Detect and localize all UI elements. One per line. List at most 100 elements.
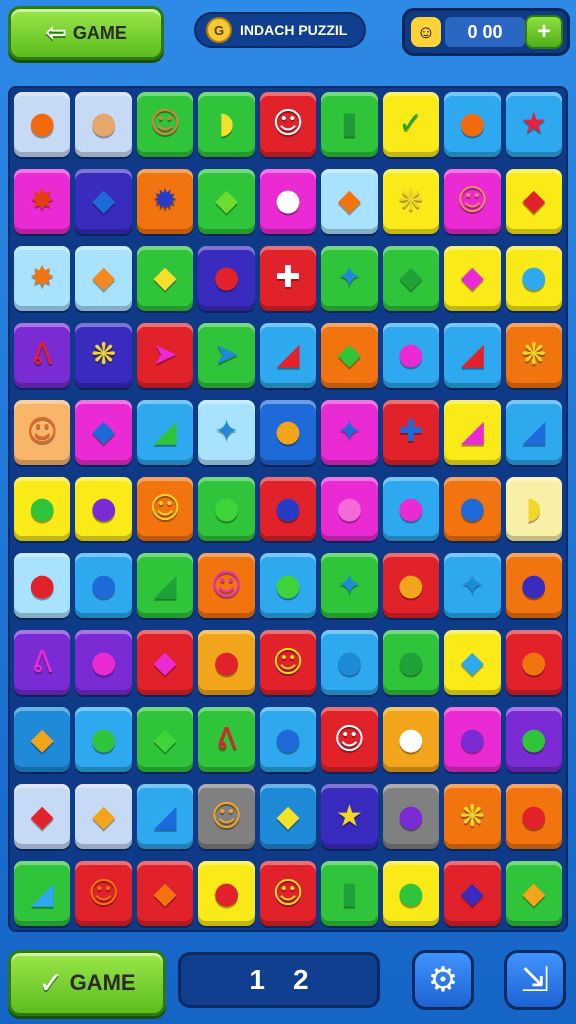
tile-8-1[interactable]: ᕕ: [14, 630, 71, 696]
tile-11-5[interactable]: ☺: [259, 861, 317, 926]
back-game-button[interactable]: ⇦ GAME: [8, 6, 164, 60]
tile-9-7[interactable]: ●: [382, 707, 440, 773]
tile-9-5[interactable]: ●: [259, 707, 317, 773]
tile-9-3[interactable]: ◆: [136, 707, 194, 773]
tile-9-1[interactable]: ◆: [14, 707, 71, 773]
tile-1-1[interactable]: ●: [14, 92, 71, 157]
tile-4-4[interactable]: ➤: [198, 322, 255, 388]
tile-2-9[interactable]: ◆: [505, 168, 562, 234]
tile-5-5[interactable]: ●: [259, 399, 317, 465]
tile-5-6[interactable]: ✦: [321, 399, 378, 465]
tile-1-8[interactable]: ●: [444, 92, 501, 157]
tile-10-4[interactable]: ☺: [198, 784, 255, 850]
tile-3-1[interactable]: ✸: [14, 245, 71, 311]
tile-10-2[interactable]: ◆: [75, 784, 132, 850]
exit-button[interactable]: ⇲: [504, 950, 566, 1010]
tile-6-1[interactable]: ●: [14, 476, 71, 542]
tile-3-6[interactable]: ✦: [321, 245, 378, 311]
tile-11-4[interactable]: ●: [198, 861, 255, 926]
tile-4-3[interactable]: ➤: [136, 322, 194, 388]
tile-11-6[interactable]: ▮: [321, 861, 378, 926]
tile-5-4[interactable]: ✦: [198, 399, 255, 465]
tile-1-4[interactable]: ◗: [198, 92, 255, 157]
tile-6-2[interactable]: ●: [75, 476, 132, 542]
tile-5-8[interactable]: ◢: [444, 399, 501, 465]
tile-3-9[interactable]: ●: [505, 245, 562, 311]
tile-5-2[interactable]: ◆: [75, 399, 132, 465]
tile-1-7[interactable]: ✓: [382, 92, 440, 157]
tile-9-8[interactable]: ●: [444, 707, 501, 773]
tile-8-7[interactable]: ●: [382, 630, 440, 696]
tile-6-8[interactable]: ●: [444, 476, 501, 542]
tile-3-5[interactable]: ✚: [259, 245, 317, 311]
tile-5-1[interactable]: ☺: [14, 399, 71, 465]
tile-6-3[interactable]: ☺: [136, 476, 194, 542]
tile-5-9[interactable]: ◢: [505, 399, 562, 465]
tile-7-3[interactable]: ◢: [136, 553, 194, 619]
tile-2-7[interactable]: ❋: [382, 168, 440, 234]
tile-3-7[interactable]: ◆: [382, 245, 440, 311]
tile-6-7[interactable]: ●: [382, 476, 440, 542]
tile-7-9[interactable]: ●: [505, 553, 562, 619]
tile-7-5[interactable]: ●: [259, 553, 317, 619]
tile-2-8[interactable]: ☺: [444, 168, 501, 234]
tile-8-3[interactable]: ◆: [136, 630, 194, 696]
tile-4-1[interactable]: ᕕ: [14, 322, 71, 388]
tile-2-4[interactable]: ◆: [198, 168, 255, 234]
game-button[interactable]: ✓ GAME: [8, 950, 166, 1016]
tile-10-5[interactable]: ◆: [259, 784, 317, 850]
tile-8-5[interactable]: ☺: [259, 630, 317, 696]
tile-4-5[interactable]: ◢: [259, 322, 317, 388]
tile-2-2[interactable]: ◆: [75, 168, 132, 234]
tile-1-2[interactable]: ●: [75, 92, 132, 157]
tile-3-8[interactable]: ◆: [444, 245, 501, 311]
tile-6-9[interactable]: ◗: [505, 476, 562, 542]
tile-2-5[interactable]: ●: [259, 168, 317, 234]
tile-11-7[interactable]: ●: [382, 861, 440, 926]
tile-8-6[interactable]: ●: [321, 630, 378, 696]
tile-9-9[interactable]: ●: [505, 707, 562, 773]
tile-10-7[interactable]: ●: [382, 784, 440, 850]
tile-7-6[interactable]: ✦: [321, 553, 378, 619]
tile-11-8[interactable]: ◆: [444, 861, 501, 926]
tile-3-3[interactable]: ◆: [136, 245, 194, 311]
plus-icon[interactable]: +: [525, 15, 563, 49]
tile-4-8[interactable]: ◢: [444, 322, 501, 388]
settings-button[interactable]: ⚙: [412, 950, 474, 1010]
tile-11-2[interactable]: ☺: [75, 861, 132, 926]
tile-9-4[interactable]: ᕕ: [198, 707, 255, 773]
tile-11-1[interactable]: ◢: [14, 861, 71, 926]
tile-4-9[interactable]: ❋: [505, 322, 562, 388]
tile-10-6[interactable]: ★: [321, 784, 378, 850]
tile-9-2[interactable]: ●: [75, 707, 132, 773]
tile-3-4[interactable]: ●: [198, 245, 255, 311]
tile-7-8[interactable]: ✦: [444, 553, 501, 619]
tile-1-5[interactable]: ☺: [259, 92, 317, 157]
tile-1-3[interactable]: ☺: [136, 92, 194, 157]
tile-8-4[interactable]: ●: [198, 630, 255, 696]
tile-7-7[interactable]: ●: [382, 553, 440, 619]
tile-10-8[interactable]: ❋: [444, 784, 501, 850]
tile-4-7[interactable]: ●: [382, 322, 440, 388]
tile-2-1[interactable]: ✸: [14, 168, 71, 234]
tile-6-5[interactable]: ●: [259, 476, 317, 542]
tile-4-2[interactable]: ❋: [75, 322, 132, 388]
tile-4-6[interactable]: ◆: [321, 322, 378, 388]
tile-8-8[interactable]: ◆: [444, 630, 501, 696]
tile-10-9[interactable]: ●: [505, 784, 562, 850]
tile-3-2[interactable]: ◆: [75, 245, 132, 311]
tile-8-9[interactable]: ●: [505, 630, 562, 696]
tile-1-6[interactable]: ▮: [321, 92, 378, 157]
tile-2-3[interactable]: ✹: [136, 168, 194, 234]
tile-2-6[interactable]: ◆: [321, 168, 378, 234]
tile-10-1[interactable]: ◆: [14, 784, 71, 850]
tile-7-4[interactable]: ☺: [198, 553, 255, 619]
tile-7-1[interactable]: ●: [14, 553, 71, 619]
tile-6-4[interactable]: ●: [198, 476, 255, 542]
tile-1-9[interactable]: ★: [505, 92, 562, 157]
tile-9-6[interactable]: ☺: [321, 707, 378, 773]
tile-8-2[interactable]: ●: [75, 630, 132, 696]
tile-11-9[interactable]: ◆: [505, 861, 562, 926]
tile-11-3[interactable]: ◆: [136, 861, 194, 926]
tile-5-7[interactable]: ✚: [382, 399, 440, 465]
